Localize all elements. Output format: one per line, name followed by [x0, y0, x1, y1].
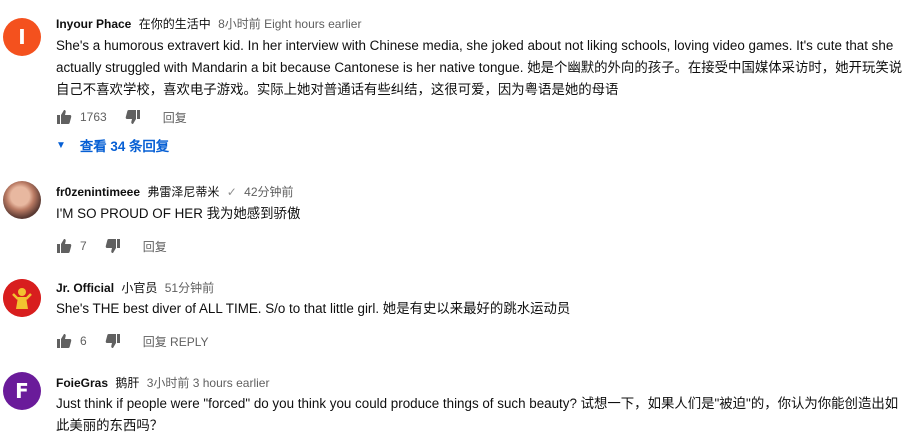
avatar[interactable]: [3, 181, 41, 219]
thumbs-down-icon: [125, 110, 140, 124]
author-name[interactable]: Inyour Phace: [56, 17, 131, 31]
like-count: 7: [80, 239, 87, 253]
reply-button[interactable]: 回复: [143, 238, 167, 255]
like-count: 6: [80, 334, 87, 348]
comment-header: Jr. Official 小官员 51分钟前: [56, 279, 214, 296]
timestamp[interactable]: 51分钟前: [165, 281, 214, 295]
comment-actions: 7 回复: [56, 237, 167, 255]
avatar-letter: I: [18, 25, 26, 49]
comment-text: She's a humorous extravert kid. In her i…: [56, 38, 903, 97]
comment-actions: 1763 回复: [56, 108, 187, 126]
like-count: 1763: [80, 110, 107, 124]
comment-header: Inyour Phace 在你的生活中 8小时前 Eight hours ear…: [56, 15, 361, 32]
comment-header: fr0zenintimeee 弗雷泽尼蒂米 ✓ 42分钟前: [56, 183, 294, 200]
caret-down-icon: ▼: [56, 139, 66, 151]
author-name-translation: 弗雷泽尼蒂米: [147, 185, 220, 199]
reply-button[interactable]: 回复 REPLY: [143, 333, 209, 350]
avatar[interactable]: I: [3, 18, 41, 56]
avatar[interactable]: F: [3, 372, 41, 410]
avatar-figure-icon: [3, 279, 41, 317]
dislike-button[interactable]: [125, 109, 141, 125]
comment-text: I'M SO PROUD OF HER 我为她感到骄傲: [56, 206, 301, 221]
timestamp[interactable]: 8小时前 Eight hours earlier: [218, 17, 361, 31]
like-button[interactable]: [56, 238, 72, 254]
dislike-button[interactable]: [105, 238, 121, 254]
author-name[interactable]: fr0zenintimeee: [56, 185, 140, 199]
thumbs-down-icon: [105, 239, 120, 253]
thumbs-up-icon: [57, 239, 72, 253]
author-name-translation: 鹅肝: [115, 376, 140, 390]
checkmark-icon: ✓: [226, 185, 237, 199]
timestamp[interactable]: 42分钟前: [244, 185, 293, 199]
author-name-translation: 在你的生活中: [138, 17, 211, 31]
comment-text: Just think if people were "forced" do yo…: [56, 396, 899, 433]
view-replies-label: 查看 34 条回复: [79, 139, 170, 154]
reply-button[interactable]: 回复: [163, 109, 187, 126]
author-name[interactable]: FoieGras: [56, 376, 108, 390]
like-button[interactable]: [56, 333, 72, 349]
like-button[interactable]: [56, 109, 72, 125]
timestamp[interactable]: 3小时前 3 hours earlier: [147, 376, 270, 390]
view-replies-button[interactable]: ▼ 查看 34 条回复: [56, 135, 169, 155]
comment-text: She's THE best diver of ALL TIME. S/o to…: [56, 301, 571, 316]
comment-actions: 6 回复 REPLY: [56, 332, 208, 350]
author-name-translation: 小官员: [121, 281, 158, 295]
author-name[interactable]: Jr. Official: [56, 281, 114, 295]
thumbs-up-icon: [57, 334, 72, 348]
thumbs-down-icon: [105, 334, 120, 348]
comment-header: FoieGras 鹅肝 3小时前 3 hours earlier: [56, 374, 269, 391]
avatar-letter: F: [15, 379, 29, 403]
dislike-button[interactable]: [105, 333, 121, 349]
thumbs-up-icon: [57, 110, 72, 124]
avatar[interactable]: [3, 279, 41, 317]
